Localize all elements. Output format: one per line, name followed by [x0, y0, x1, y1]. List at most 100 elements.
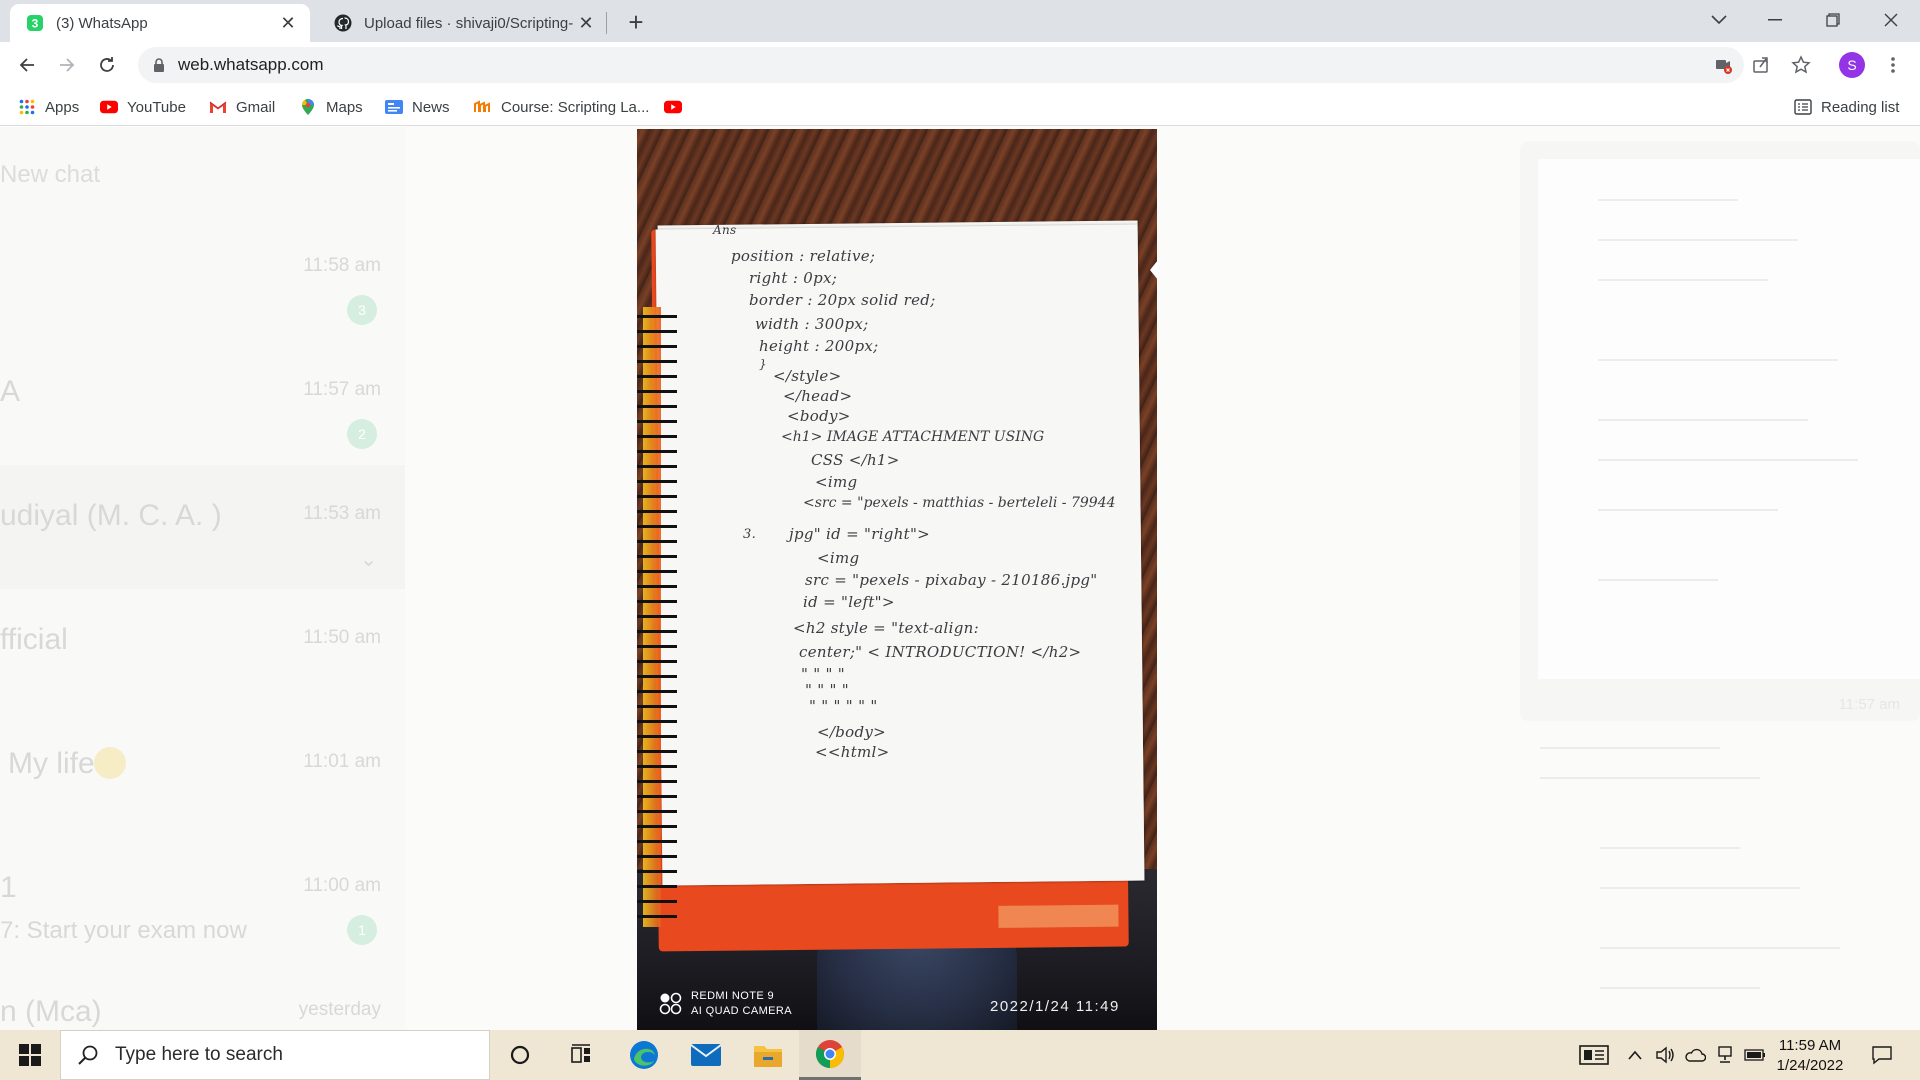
chat-name: My life — [8, 747, 95, 780]
lock-icon[interactable] — [152, 58, 166, 72]
mail-icon[interactable] — [675, 1030, 737, 1080]
task-view-icon[interactable] — [551, 1030, 613, 1080]
chat-name: 1 — [0, 871, 17, 904]
handwriting-line: </head> — [783, 387, 853, 405]
tab-strip: 3 (3) WhatsApp ✕ Upload files · shivaji0… — [0, 0, 1920, 42]
address-bar[interactable]: web.whatsapp.com — [138, 47, 1744, 83]
youtube-icon — [100, 98, 118, 116]
back-button[interactable] — [12, 50, 42, 80]
course-icon — [474, 98, 492, 116]
bookmark-label: Maps — [326, 98, 363, 116]
bookmark-maps[interactable]: Maps — [299, 96, 363, 118]
bookmark-label: Apps — [45, 98, 80, 116]
show-hidden-icons-chevron-icon[interactable] — [1620, 1030, 1650, 1080]
next-media-arrow-icon[interactable] — [1150, 260, 1158, 280]
chat-time: yesterday — [298, 999, 381, 1020]
message-time: 11:57 am — [1838, 696, 1900, 713]
windows-logo-icon — [19, 1044, 41, 1066]
share-icon[interactable] — [1748, 52, 1774, 78]
chat-name: fficial — [0, 623, 68, 656]
search-placeholder: Type here to search — [115, 1044, 283, 1065]
battery-icon[interactable] — [1740, 1030, 1770, 1080]
tab-title: (3) WhatsApp — [56, 14, 148, 32]
network-icon[interactable] — [1710, 1030, 1740, 1080]
handwriting-line: right : 0px; — [749, 269, 838, 287]
chat-time: 11:58 am — [303, 255, 381, 276]
bookmark-news[interactable]: News — [385, 96, 450, 118]
tab-github-upload[interactable]: Upload files · shivaji0/Scripting-L ✕ — [318, 4, 608, 42]
bookmark-youtube[interactable]: YouTube — [100, 96, 186, 118]
handwriting-line: <h1> IMAGE ATTACHMENT USING — [781, 429, 1045, 445]
chat-list-item-selected[interactable]: udiyal (M. C. A. ) 11:53 am ⌄ — [0, 465, 405, 589]
chat-time: 11:57 am — [303, 379, 381, 400]
forward-button[interactable] — [52, 50, 82, 80]
tab-badge-count: 3 — [32, 17, 39, 31]
youtube-icon — [664, 98, 682, 116]
camera-subtitle: AI QUAD CAMERA — [691, 1005, 792, 1017]
bookmarks-bar: Apps YouTube Gmail Maps News Course: Scr… — [0, 88, 1920, 126]
chat-name: A — [0, 375, 21, 408]
profile-avatar[interactable]: S — [1839, 52, 1865, 78]
handwriting-line: <<html> — [815, 743, 890, 761]
windows-taskbar: Type here to search 11:59 AM 1/24/2022 — [0, 1030, 1920, 1080]
bookmark-label: Gmail — [236, 98, 276, 116]
chat-list-item[interactable]: A 11:57 am 2 — [0, 341, 405, 465]
url-text: web.whatsapp.com — [178, 55, 324, 74]
chat-list-item[interactable]: 1 11:00 am 7: Start your exam now 1 — [0, 837, 405, 961]
github-icon — [334, 14, 352, 32]
bookmark-course[interactable]: Course: Scripting La... — [474, 96, 649, 118]
chrome-icon[interactable] — [799, 1030, 861, 1080]
cortana-icon[interactable] — [489, 1030, 551, 1080]
handwriting-line: width : 300px; — [755, 315, 869, 333]
bookmark-label: News — [412, 98, 450, 116]
minimize-button[interactable] — [1746, 0, 1804, 40]
handwriting-line: jpg" id = "right"> — [789, 525, 931, 543]
bookmark-star-icon[interactable] — [1788, 52, 1814, 78]
chat-list-item[interactable]: My life 11:01 am — [0, 713, 405, 837]
reload-button[interactable] — [92, 50, 122, 80]
new-chat-header: New chat — [0, 161, 101, 188]
unread-badge: 1 — [347, 915, 377, 945]
handwriting-line: <img — [815, 473, 858, 491]
handwriting-line: <src = "pexels - matthias - berteleli - … — [803, 495, 1116, 511]
volume-icon[interactable] — [1650, 1030, 1680, 1080]
forward-arrow-icon — [60, 58, 75, 72]
tab-whatsapp[interactable]: 3 (3) WhatsApp ✕ — [10, 4, 310, 42]
news-and-interests-icon[interactable] — [1574, 1030, 1614, 1080]
close-window-button[interactable] — [1862, 0, 1920, 40]
chrome-menu-icon[interactable] — [1880, 52, 1906, 78]
handwriting-line: id = "left"> — [803, 593, 895, 611]
maps-pin-icon — [299, 98, 317, 116]
close-tab-icon[interactable]: ✕ — [574, 11, 598, 35]
chat-list-item[interactable]: fficial 11:50 am — [0, 589, 405, 713]
bookmark-gmail[interactable]: Gmail — [209, 96, 275, 118]
chevron-down-icon[interactable]: ⌄ — [360, 547, 377, 572]
handwriting-line: <body> — [787, 407, 851, 425]
close-tab-icon[interactable]: ✕ — [276, 11, 300, 35]
chat-list-item[interactable]: n (Mca) yesterday — [0, 961, 405, 1030]
handwriting-line: center;" < INTRODUCTION! </h2> — [799, 643, 1082, 661]
handwriting-line: src = "pexels - pixabay - 210186.jpg" — [805, 571, 1098, 589]
unread-badge: 3 — [347, 295, 377, 325]
start-button[interactable] — [0, 1030, 60, 1080]
whatsapp-favicon-icon: 3 — [27, 15, 43, 31]
reading-list-button[interactable]: Reading list — [1794, 96, 1899, 118]
handwriting-line: position : relative; — [731, 247, 876, 265]
bookmark-youtube-2[interactable] — [664, 96, 691, 118]
taskbar-search-input[interactable]: Type here to search — [60, 1030, 490, 1080]
onedrive-cloud-icon[interactable] — [1680, 1030, 1710, 1080]
tab-search-chevron-icon[interactable] — [1690, 0, 1748, 40]
camera-logo-icon — [659, 992, 682, 1015]
clock-date: 1/24/2022 — [1776, 1057, 1844, 1074]
file-explorer-icon[interactable] — [737, 1030, 799, 1080]
edge-icon[interactable] — [613, 1030, 675, 1080]
blocked-media-icon[interactable] — [1710, 52, 1736, 78]
handwriting-line: Ans — [713, 223, 737, 237]
taskbar-clock[interactable]: 11:59 AM 1/24/2022 — [1770, 1036, 1850, 1076]
notifications-icon[interactable] — [1862, 1030, 1902, 1080]
handwriting-line: <h2 style = "text-align: — [793, 619, 979, 637]
bookmark-apps[interactable]: Apps — [18, 96, 79, 118]
chat-list-item[interactable]: 11:58 am 3 — [0, 217, 405, 341]
restore-button[interactable] — [1804, 0, 1862, 40]
new-tab-button[interactable]: + — [622, 7, 650, 37]
